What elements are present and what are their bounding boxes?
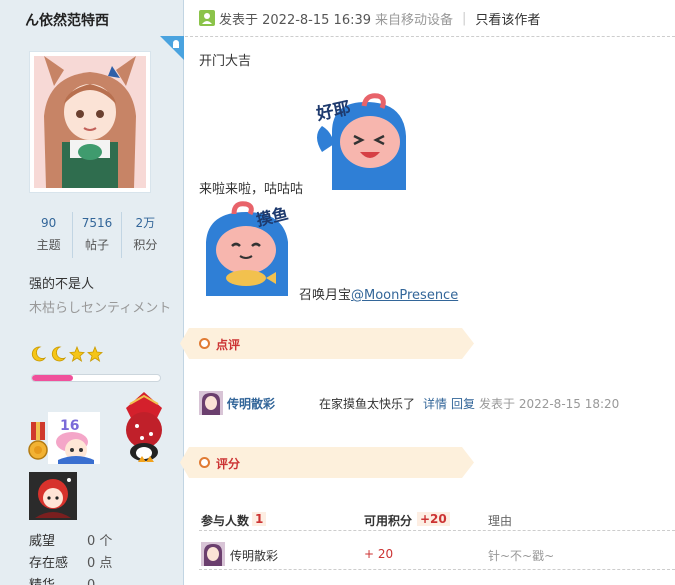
post-device: 来自移动设备: [375, 12, 454, 28]
stat-label: 主题: [36, 238, 61, 252]
stat-threads[interactable]: 90 主题: [25, 212, 72, 258]
star-icon: [69, 345, 85, 362]
user-custom-title: 木枯らしセンティメント: [29, 301, 172, 316]
extra-value: 0 点: [87, 556, 113, 571]
rating-table-header: 参与人数 1 可用积分 +20 理由: [199, 509, 675, 531]
points-label: 可用积分: [364, 514, 413, 528]
extra-value: 0: [87, 575, 95, 585]
online-status-icon: [199, 10, 215, 26]
extra-digest: 精华 0: [29, 575, 179, 585]
medal-redhair-icon[interactable]: [29, 472, 77, 520]
rating-row: 传明散彩 + 20 针~不~戳~: [199, 540, 675, 570]
post-line-1: 开门大吉: [199, 54, 252, 69]
mention-link[interactable]: @MoonPresence: [351, 288, 458, 303]
sticker-moyu-icon: 摸鱼: [206, 201, 290, 296]
user-stats: 90 主题 7516 帖子 2万 积分: [25, 212, 169, 258]
android-corner-icon: [160, 36, 184, 60]
sticker-haoye-icon: 好耶: [314, 93, 406, 190]
stat-value[interactable]: 90: [25, 212, 72, 234]
comment-avatar[interactable]: [199, 391, 223, 415]
level-icons: [29, 345, 103, 363]
comment-text: 在家摸鱼太快乐了: [319, 397, 416, 411]
comments-section-header: 点评: [180, 328, 475, 359]
comment-username[interactable]: 传明散彩: [227, 395, 275, 412]
extra-presence: 存在感 0 点: [29, 553, 179, 575]
participants-label: 参与人数: [201, 514, 250, 528]
rating-reason: 针~不~戳~: [488, 549, 555, 563]
comment-detail-link[interactable]: 详情: [423, 395, 447, 412]
post-line-3: 召唤月宝@MoonPresence: [299, 284, 458, 303]
comment-item: 传明散彩 在家摸鱼太快乐了 详情 回复 发表于 2022-8-15 18:20: [199, 391, 675, 415]
reason-label: 理由: [488, 514, 513, 528]
star-icon: [87, 345, 103, 362]
user-group-title: 强的不是人: [29, 277, 95, 292]
svg-text:16: 16: [60, 418, 79, 434]
level-progress-bar: [31, 374, 161, 382]
stat-posts[interactable]: 7516 帖子: [72, 212, 120, 258]
rating-score: + 20: [364, 547, 394, 561]
rater-username[interactable]: 传明散彩: [230, 547, 278, 564]
extra-label: 威望: [29, 534, 56, 549]
post-timestamp: 发表于 2022-8-15 16:39: [219, 12, 372, 28]
section-dot-icon: [199, 338, 210, 349]
section-title: 点评: [216, 338, 241, 352]
level-progress-fill: [32, 375, 73, 381]
medal-ribbon-icon[interactable]: [27, 420, 49, 464]
crescent-moon-icon: [51, 346, 67, 362]
comment-reply-link[interactable]: 回复: [451, 395, 475, 412]
extra-label: 精华: [29, 575, 87, 585]
comment-meta: 发表于 2022-8-15 18:20: [479, 397, 620, 411]
header-separator: |: [462, 10, 467, 26]
author-only-link[interactable]: 只看该作者: [475, 9, 540, 28]
stat-label: 积分: [133, 238, 158, 252]
post-header: 发表于 2022-8-15 16:39 来自移动设备 | 只看该作者: [185, 0, 675, 37]
extra-label: 存在感: [29, 556, 69, 571]
participants-count: 1: [252, 512, 267, 526]
username[interactable]: ん依然范特西: [0, 0, 184, 38]
stat-points[interactable]: 2万 积分: [120, 212, 169, 258]
avatar[interactable]: [34, 56, 146, 188]
sticker-caption: 摸鱼: [254, 204, 290, 230]
points-total: +20: [417, 512, 450, 526]
medal-chibi-icon[interactable]: 16: [48, 412, 100, 464]
medal-penguin-icon[interactable]: [120, 390, 168, 464]
crescent-moon-icon: [31, 346, 47, 362]
section-title: 评分: [216, 457, 241, 471]
user-extra-stats: 威望 0 个 存在感 0 点 精华 0: [29, 531, 179, 585]
section-dot-icon: [199, 457, 210, 468]
stat-value[interactable]: 7516: [73, 212, 120, 234]
post-line-2: 来啦来啦，咕咕咕: [199, 182, 304, 197]
user-sidebar: ん依然范特西 90 主题 7516 帖子 2万 积分 强的不是人 木枯らしセンテ…: [0, 0, 184, 585]
stat-label: 帖子: [84, 238, 109, 252]
avatar-frame[interactable]: [29, 51, 151, 193]
summon-text: 召唤月宝: [299, 288, 352, 303]
medal-list: 16: [27, 382, 177, 522]
extra-prestige: 威望 0 个: [29, 531, 179, 553]
rating-section-header: 评分: [180, 447, 475, 478]
rater-avatar[interactable]: [201, 542, 225, 566]
stat-value[interactable]: 2万: [122, 212, 169, 234]
extra-value: 0 个: [87, 534, 113, 549]
